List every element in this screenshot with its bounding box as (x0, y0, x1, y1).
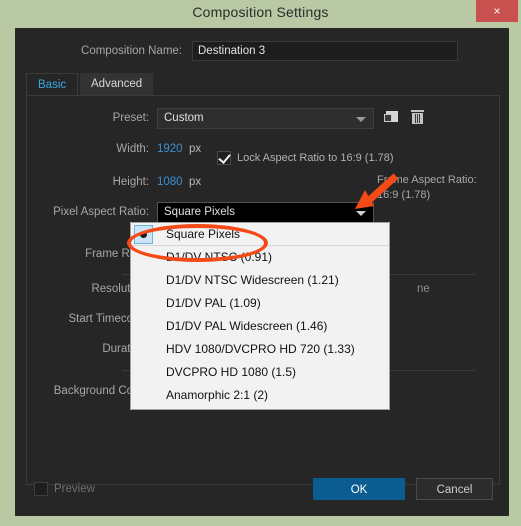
start-timecode-label: Start Timecode: (68, 313, 149, 325)
composition-name-input[interactable]: Destination 3 (192, 41, 458, 61)
selected-radio-dot (140, 231, 147, 238)
tab-strip: Basic Advanced (26, 73, 500, 95)
save-preset-icon[interactable] (384, 108, 402, 126)
tab-advanced[interactable]: Advanced (80, 73, 154, 95)
dropdown-item-label: D1/DV PAL (1.09) (166, 296, 261, 310)
dropdown-item-label: D1/DV NTSC Widescreen (1.21) (166, 273, 339, 287)
dropdown-items-container: Square Pixels D1/DV NTSC (0.91) D1/DV NTSC… (131, 223, 389, 407)
frame-aspect-ratio-label: Frame Aspect Ratio: (377, 174, 477, 186)
lock-aspect-ratio-checkbox[interactable] (217, 151, 231, 165)
dropdown-item-label: D1/DV PAL Widescreen (1.46) (166, 319, 328, 333)
trash-icon-line-3 (419, 114, 420, 123)
preview-label: Preview (54, 483, 95, 495)
composition-name-row: Composition Name: Destination 3 (16, 41, 510, 63)
pixel-aspect-ratio-combobox[interactable]: Square Pixels (157, 202, 374, 223)
dropdown-item-label: D1/DV NTSC (0.91) (166, 250, 273, 264)
frame-aspect-ratio-value: 16:9 (1.78) (377, 189, 431, 201)
drop-frame-label: ne (417, 283, 430, 295)
dropdown-item[interactable]: Square Pixels (131, 223, 389, 246)
height-label: Height: (112, 176, 149, 188)
frame-rate-label: Frame Rate: (85, 248, 149, 260)
resolution-label: Resolution: (91, 283, 149, 295)
cancel-button[interactable]: Cancel (416, 478, 493, 500)
trash-icon-lid (411, 110, 424, 112)
composition-name-label: Composition Name: (81, 45, 182, 57)
close-button[interactable]: × (476, 0, 518, 22)
chevron-down-icon (356, 211, 366, 216)
preset-combobox[interactable]: Custom (157, 108, 374, 129)
duration-label: Duration: (102, 343, 149, 355)
dropdown-item-label: HDV 1080/DVCPRO HD 720 (1.33) (166, 342, 355, 356)
width-unit: px (189, 143, 202, 155)
height-value[interactable]: 1080 (157, 176, 183, 188)
pixel-aspect-ratio-value: Square Pixels (164, 206, 235, 218)
window-title: Composition Settings (192, 4, 329, 20)
dropdown-item[interactable]: DVCPRO HD 1080 (1.5) (131, 361, 389, 384)
background-color-label: Background Color: (53, 385, 149, 397)
pixel-aspect-ratio-label: Pixel Aspect Ratio: (53, 206, 149, 218)
dropdown-item[interactable]: HDV 1080/DVCPRO HD 720 (1.33) (131, 338, 389, 361)
dropdown-item[interactable]: D1/DV NTSC Widescreen (1.21) (131, 269, 389, 292)
dropdown-item[interactable]: D1/DV PAL Widescreen (1.46) (131, 315, 389, 338)
lock-aspect-ratio-label: Lock Aspect Ratio to 16:9 (1.78) (237, 152, 394, 164)
dropdown-item[interactable]: D1/DV NTSC (0.91) (131, 246, 389, 269)
window-title-bar: Composition Settings × (0, 0, 521, 28)
width-label: Width: (116, 143, 149, 155)
check-icon (218, 151, 231, 164)
width-value[interactable]: 1920 (157, 143, 183, 155)
height-unit: px (189, 176, 202, 188)
save-preset-icon-corner (384, 114, 392, 122)
preset-label: Preset: (112, 112, 149, 124)
dialog-footer: Preview OK Cancel (16, 469, 510, 515)
dropdown-item-label: Anamorphic 2:1 (2) (166, 388, 269, 402)
dropdown-item[interactable]: D1/DV PAL (1.09) (131, 292, 389, 315)
ok-button[interactable]: OK (313, 478, 405, 500)
chevron-down-icon (356, 117, 366, 122)
trash-icon-line-1 (415, 114, 416, 123)
selected-radio-icon (134, 225, 153, 244)
dropdown-item[interactable]: Anamorphic 2:1 (2) (131, 384, 389, 407)
pixel-aspect-ratio-dropdown-list[interactable]: Square Pixels D1/DV NTSC (0.91) D1/DV NTSC… (130, 222, 390, 410)
preview-checkbox[interactable] (34, 482, 48, 496)
dropdown-item-label: DVCPRO HD 1080 (1.5) (166, 365, 297, 379)
dropdown-item-label: Square Pixels (166, 227, 241, 241)
preset-value: Custom (164, 112, 204, 124)
tab-basic[interactable]: Basic (26, 73, 79, 95)
trash-icon-line-2 (417, 114, 418, 123)
trash-icon[interactable] (409, 108, 427, 126)
